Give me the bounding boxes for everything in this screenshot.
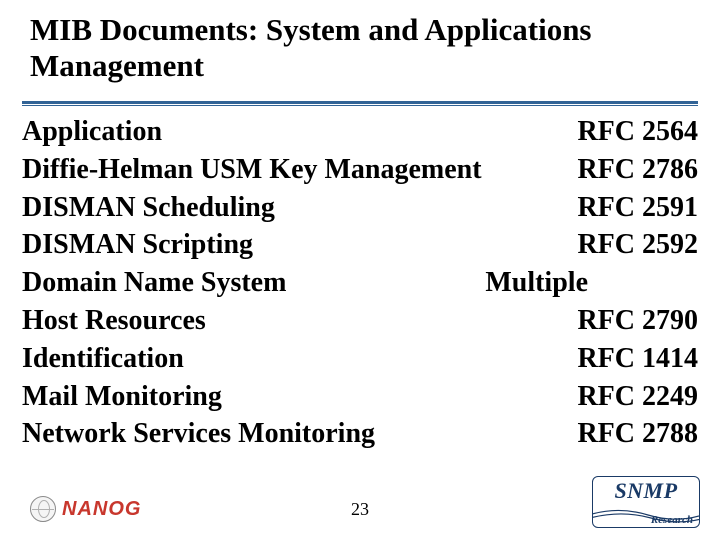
- slide: MIB Documents: System and Applications M…: [0, 0, 720, 540]
- mib-name: DISMAN Scheduling: [22, 189, 275, 227]
- mib-name: Application: [22, 113, 162, 151]
- list-item: Domain Name System Multiple: [22, 264, 698, 302]
- list-item: Network Services Monitoring RFC 2788: [22, 415, 698, 453]
- mib-rfc: Multiple: [485, 264, 588, 302]
- mib-list: ApplicationRFC 2564Diffie-Helman USM Key…: [22, 113, 698, 453]
- list-item: DISMAN Scripting RFC 2592: [22, 226, 698, 264]
- nanog-text: NANOG: [62, 498, 141, 521]
- mib-rfc: RFC 2790: [577, 302, 698, 340]
- mib-rfc: RFC 2591: [577, 189, 698, 227]
- mib-name: Identification: [22, 340, 184, 378]
- mib-name: Domain Name System: [22, 264, 286, 302]
- snmp-text: SNMP: [593, 478, 699, 504]
- mib-name: Diffie-Helman USM Key Management: [22, 151, 482, 189]
- mib-rfc: RFC 2564: [577, 113, 698, 151]
- list-item: Identification RFC 1414: [22, 340, 698, 378]
- slide-title: MIB Documents: System and Applications M…: [30, 12, 690, 83]
- globe-icon: [30, 496, 56, 522]
- mib-name: Network Services Monitoring: [22, 415, 375, 453]
- list-item: Diffie-Helman USM Key Management RFC 2786: [22, 151, 698, 189]
- mib-rfc: RFC 2249: [577, 378, 698, 416]
- title-underline: [22, 101, 698, 107]
- mib-rfc: RFC 1414: [577, 340, 698, 378]
- nanog-logo: NANOG: [30, 496, 141, 522]
- list-item: DISMAN Scheduling RFC 2591: [22, 189, 698, 227]
- mib-rfc: RFC 2786: [577, 151, 698, 189]
- mib-rfc: RFC 2788: [577, 415, 698, 453]
- mib-name: DISMAN Scripting: [22, 226, 253, 264]
- mib-rfc: RFC 2592: [577, 226, 698, 264]
- list-item: Application RFC 2564: [22, 113, 698, 151]
- snmp-sub-text: Research: [651, 514, 693, 526]
- mib-name: Mail Monitoring: [22, 378, 222, 416]
- mib-name: Host Resources: [22, 302, 206, 340]
- list-item: Mail Monitoring RFC 2249: [22, 378, 698, 416]
- snmp-research-logo: SNMP Research: [592, 476, 700, 528]
- list-item: Host Resources RFC 2790: [22, 302, 698, 340]
